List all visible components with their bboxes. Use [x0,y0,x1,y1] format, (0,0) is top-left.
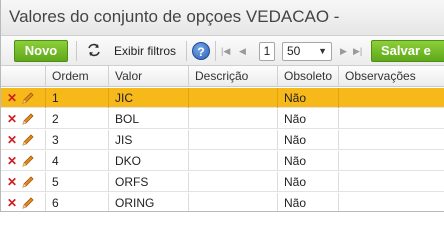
delete-icon[interactable]: ✕ [7,197,17,209]
toolbar-separator [215,41,216,61]
page-number-input[interactable]: 1 [259,42,275,61]
page-size-value: 50 [287,44,301,58]
column-header-descricao[interactable]: Descrição [188,66,277,87]
next-page-icon[interactable]: ▶ [340,45,347,57]
cell-obsoleto: Não [277,151,338,171]
actions-header [1,66,45,87]
toolbar-separator [186,41,187,61]
column-header-valor[interactable]: Valor [108,66,188,87]
previous-page-icon[interactable]: ◀ [239,45,246,57]
save-button[interactable]: Salvar e [371,40,444,62]
cell-descricao [188,193,277,211]
help-icon[interactable]: ? [192,42,210,60]
cell-descricao [188,172,277,192]
window-titlebar: Valores do conjunto de opçoes VEDACAO - [1,0,444,36]
cell-observacoes [338,172,444,192]
cell-valor: BOL [108,109,188,129]
toolbar: Novo Exibir filtros ? |◀ ◀ 1 50 ▼ ▶ ▶| S… [1,36,444,66]
cell-obsoleto: Não [277,172,338,192]
cell-valor: JIS [108,130,188,150]
cell-observacoes [338,88,444,108]
last-page-icon[interactable]: ▶| [353,45,362,57]
cell-observacoes [338,109,444,129]
cell-valor: DKO [108,151,188,171]
cell-descricao [188,88,277,108]
cell-ordem: 1 [45,88,108,108]
cell-ordem: 5 [45,172,108,192]
page-size-select[interactable]: 50 ▼ [282,42,332,61]
cell-ordem: 6 [45,193,108,211]
cell-observacoes [338,193,444,211]
cell-obsoleto: Não [277,130,338,150]
cell-observacoes [338,151,444,171]
column-header-observacoes[interactable]: Observações [338,66,444,87]
new-button[interactable]: Novo [14,40,68,62]
cell-obsoleto: Não [277,193,338,211]
cell-descricao [188,130,277,150]
delete-icon[interactable]: ✕ [7,155,17,167]
cell-obsoleto: Não [277,88,338,108]
pencil-icon[interactable] [21,196,35,210]
delete-icon[interactable]: ✕ [7,134,17,146]
column-header-ordem[interactable]: Ordem [45,66,108,87]
cell-valor: ORING [108,193,188,211]
pencil-icon[interactable] [21,154,35,168]
table-row[interactable]: ✕ 5 ORFS Não [1,172,444,192]
cell-ordem: 2 [45,109,108,129]
delete-icon[interactable]: ✕ [7,92,17,104]
table-row[interactable]: ✕ 2 BOL Não [1,109,444,129]
cell-valor: JIC [108,88,188,108]
pencil-icon[interactable] [21,91,35,105]
table-row[interactable]: ✕ 1 JIC Não [1,88,444,108]
table-row[interactable]: ✕ 3 JIS Não [1,130,444,150]
table-row[interactable]: ✕ 4 DKO Não [1,151,444,171]
delete-icon[interactable]: ✕ [7,113,17,125]
toolbar-separator [76,41,77,61]
column-header-obsoleto[interactable]: Obsoleto [277,66,338,87]
pencil-icon[interactable] [21,133,35,147]
cell-ordem: 3 [45,130,108,150]
pencil-icon[interactable] [21,112,35,126]
table-header: Ordem Valor Descrição Obsoleto Observaçõ… [1,66,444,87]
cell-descricao [188,151,277,171]
cell-descricao [188,109,277,129]
first-page-icon[interactable]: |◀ [221,45,230,57]
cell-observacoes [338,130,444,150]
delete-icon[interactable]: ✕ [7,176,17,188]
cell-obsoleto: Não [277,109,338,129]
window-title: Valores do conjunto de opçoes VEDACAO - [9,7,340,26]
chevron-down-icon: ▼ [318,46,327,56]
table-row[interactable]: ✕ 6 ORING Não [1,193,444,211]
cell-valor: ORFS [108,172,188,192]
show-filters-button[interactable]: Exibir filtros [114,44,176,58]
options-window: Valores do conjunto de opçoes VEDACAO - … [0,0,444,212]
refresh-icon[interactable] [85,42,103,60]
pencil-icon[interactable] [21,175,35,189]
cell-ordem: 4 [45,151,108,171]
